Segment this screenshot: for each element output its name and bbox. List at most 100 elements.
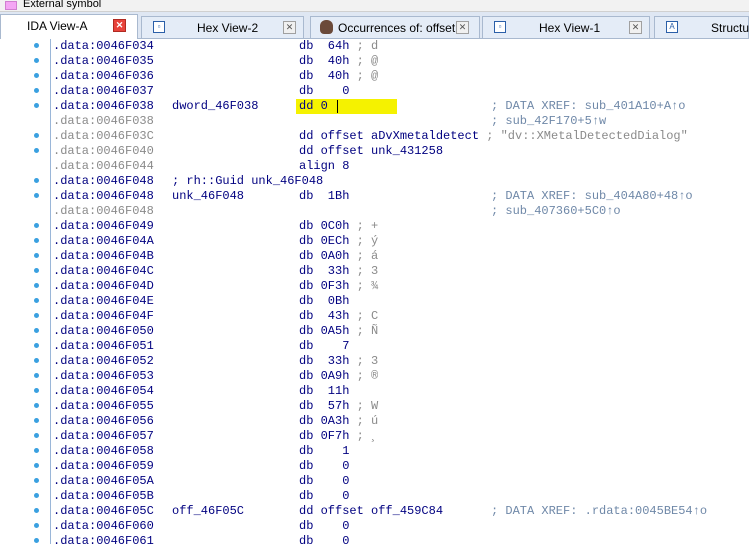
instruction[interactable]: db 0Bh bbox=[299, 294, 349, 309]
address[interactable]: .data:0046F051 bbox=[53, 339, 154, 354]
listing-line[interactable]: .data:0046F059 db 0 bbox=[0, 459, 749, 474]
instruction[interactable]: db 0 bbox=[299, 474, 349, 489]
instruction[interactable]: db 0F3h bbox=[299, 279, 349, 294]
address[interactable]: .data:0046F05A bbox=[53, 474, 154, 489]
address[interactable]: .data:0046F036 bbox=[53, 69, 154, 84]
listing-line[interactable]: .data:0046F037 db 0 bbox=[0, 84, 749, 99]
listing-line[interactable]: .data:0046F051 db 7 bbox=[0, 339, 749, 354]
listing-line[interactable]: .data:0046F061 db 0 bbox=[0, 534, 749, 544]
listing-line[interactable]: .data:0046F034 db 64h ; d bbox=[0, 39, 749, 54]
address[interactable]: .data:0046F058 bbox=[53, 444, 154, 459]
tab-structures[interactable]: A Structur bbox=[654, 16, 749, 38]
instruction[interactable]: db 0 bbox=[299, 459, 349, 474]
address[interactable]: .data:0046F056 bbox=[53, 414, 154, 429]
instruction[interactable]: db 64h bbox=[299, 39, 349, 54]
close-icon[interactable]: ✕ bbox=[456, 21, 469, 34]
address[interactable]: .data:0046F03C bbox=[53, 129, 154, 144]
xref-comment[interactable]: ; sub_42F170+5↑w bbox=[491, 114, 606, 129]
listing-line[interactable]: .data:0046F04E db 0Bh bbox=[0, 294, 749, 309]
instruction[interactable]: db 0A0h bbox=[299, 249, 349, 264]
instruction[interactable]: db 40h bbox=[299, 69, 349, 84]
listing-line[interactable]: .data:0046F056 db 0A3h ; ú bbox=[0, 414, 749, 429]
address[interactable]: .data:0046F04A bbox=[53, 234, 154, 249]
address[interactable]: .data:0046F050 bbox=[53, 324, 154, 339]
listing-line[interactable]: .data:0046F04C db 33h ; 3 bbox=[0, 264, 749, 279]
listing-line[interactable]: .data:0046F04A db 0ECh ; ý bbox=[0, 234, 749, 249]
address[interactable]: .data:0046F035 bbox=[53, 54, 154, 69]
instruction[interactable]: db 0C0h bbox=[299, 219, 349, 234]
listing-line[interactable]: .data:0046F04F db 43h ; C bbox=[0, 309, 749, 324]
listing-line[interactable]: .data:0046F038 dword_46F038 dd 0 ; DATA XRE… bbox=[0, 99, 749, 114]
instruction[interactable]: db 33h bbox=[299, 264, 349, 279]
address[interactable]: .data:0046F055 bbox=[53, 399, 154, 414]
label[interactable]: unk_46F048 bbox=[172, 189, 244, 204]
listing-line[interactable]: .data:0046F036 db 40h ; @ bbox=[0, 69, 749, 84]
address[interactable]: .data:0046F049 bbox=[53, 219, 154, 234]
instruction[interactable]: align 8 bbox=[299, 159, 349, 174]
address[interactable]: .data:0046F052 bbox=[53, 354, 154, 369]
listing-line[interactable]: .data:0046F04D db 0F3h ; ¾ bbox=[0, 279, 749, 294]
xref-comment[interactable]: ; DATA XREF: .rdata:0045BE54↑o bbox=[491, 504, 707, 519]
address[interactable]: .data:0046F061 bbox=[53, 534, 154, 544]
xref-comment[interactable]: ; DATA XREF: sub_401A10+A↑o bbox=[491, 99, 685, 114]
listing-line[interactable]: .data:0046F060 db 0 bbox=[0, 519, 749, 534]
address[interactable]: .data:0046F053 bbox=[53, 369, 154, 384]
address[interactable]: .data:0046F040 bbox=[53, 144, 154, 159]
instruction[interactable]: db 33h bbox=[299, 354, 349, 369]
address[interactable]: .data:0046F04B bbox=[53, 249, 154, 264]
label[interactable]: ; rh::Guid unk_46F048 bbox=[172, 174, 323, 189]
instruction[interactable]: db 57h bbox=[299, 399, 349, 414]
listing-line[interactable]: .data:0046F03C dd offset aDvXmetaldetect;… bbox=[0, 129, 749, 144]
address[interactable]: .data:0046F057 bbox=[53, 429, 154, 444]
listing-line[interactable]: .data:0046F048 ; sub_407360+5C0↑o bbox=[0, 204, 749, 219]
address[interactable]: .data:0046F037 bbox=[53, 84, 154, 99]
instruction[interactable]: db 0 bbox=[299, 534, 349, 544]
close-icon[interactable]: ✕ bbox=[283, 21, 296, 34]
listing-line[interactable]: .data:0046F053 db 0A9h ; ® bbox=[0, 369, 749, 384]
instruction[interactable]: db 7 bbox=[299, 339, 349, 354]
listing-line[interactable]: .data:0046F058 db 1 bbox=[0, 444, 749, 459]
listing-line[interactable]: .data:0046F050 db 0A5h ; Ñ bbox=[0, 324, 749, 339]
xref-comment[interactable]: ; sub_407360+5C0↑o bbox=[491, 204, 621, 219]
listing-line[interactable]: .data:0046F05A db 0 bbox=[0, 474, 749, 489]
instruction[interactable]: dd offset aDvXmetaldetect bbox=[299, 129, 479, 144]
address[interactable]: .data:0046F05B bbox=[53, 489, 154, 504]
label[interactable]: dword_46F038 bbox=[172, 99, 258, 114]
listing-line[interactable]: .data:0046F055 db 57h ; W bbox=[0, 399, 749, 414]
tab-ida-view-a[interactable]: IDA View-A ✕ bbox=[0, 14, 138, 39]
listing-line[interactable]: .data:0046F044 align 8 bbox=[0, 159, 749, 174]
listing-line[interactable]: .data:0046F049 db 0C0h ; + bbox=[0, 219, 749, 234]
disassembly-listing[interactable]: .data:0046F034 db 64h ; d .data:0046F035 db … bbox=[0, 39, 749, 544]
listing-line[interactable]: .data:0046F040 dd offset unk_431258 bbox=[0, 144, 749, 159]
listing-line[interactable]: .data:0046F035 db 40h ; @ bbox=[0, 54, 749, 69]
tab-hex-view-2[interactable]: ▫ Hex View-2 ✕ bbox=[141, 16, 304, 38]
listing-line[interactable]: .data:0046F057 db 0F7h ; ¸ bbox=[0, 429, 749, 444]
address[interactable]: .data:0046F038 bbox=[53, 114, 154, 129]
xref-comment[interactable]: ; DATA XREF: sub_404A80+48↑o bbox=[491, 189, 693, 204]
instruction[interactable]: db 43h bbox=[299, 309, 349, 324]
listing-line[interactable]: .data:0046F052 db 33h ; 3 bbox=[0, 354, 749, 369]
address[interactable]: .data:0046F048 bbox=[53, 189, 154, 204]
instruction[interactable]: db 0 bbox=[299, 84, 349, 99]
instruction[interactable]: db 0 bbox=[299, 489, 349, 504]
listing-line[interactable]: .data:0046F054 db 11h bbox=[0, 384, 749, 399]
listing-line[interactable]: .data:0046F04B db 0A0h ; á bbox=[0, 249, 749, 264]
address[interactable]: .data:0046F044 bbox=[53, 159, 154, 174]
tab-occurrences[interactable]: Occurrences of: offset ✕ bbox=[310, 16, 480, 38]
address[interactable]: .data:0046F04C bbox=[53, 264, 154, 279]
close-icon[interactable]: ✕ bbox=[629, 21, 642, 34]
listing-line[interactable]: .data:0046F048 ; rh::Guid unk_46F048 bbox=[0, 174, 749, 189]
listing-line[interactable]: .data:0046F038 ; sub_42F170+5↑w bbox=[0, 114, 749, 129]
address[interactable]: .data:0046F04F bbox=[53, 309, 154, 324]
address[interactable]: .data:0046F054 bbox=[53, 384, 154, 399]
instruction[interactable]: dd 0 bbox=[299, 99, 328, 114]
address[interactable]: .data:0046F060 bbox=[53, 519, 154, 534]
instruction[interactable]: db 0A3h bbox=[299, 414, 349, 429]
address[interactable]: .data:0046F038 bbox=[53, 99, 154, 114]
close-icon[interactable]: ✕ bbox=[113, 19, 126, 32]
instruction[interactable]: db 0 bbox=[299, 519, 349, 534]
address[interactable]: .data:0046F05C bbox=[53, 504, 154, 519]
instruction[interactable]: db 0A5h bbox=[299, 324, 349, 339]
listing-line[interactable]: .data:0046F05B db 0 bbox=[0, 489, 749, 504]
address[interactable]: .data:0046F04D bbox=[53, 279, 154, 294]
